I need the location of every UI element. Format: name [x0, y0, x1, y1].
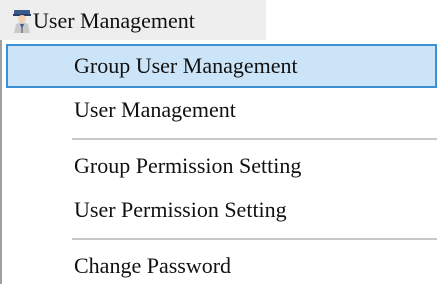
menu-item-label: Group Permission Setting	[74, 153, 302, 178]
dropdown-menu: Group User Management User Management Gr…	[0, 40, 437, 284]
user-management-menu-window: User Management Group User Management Us…	[0, 0, 437, 284]
menu-item-label: User Management	[74, 97, 236, 122]
menu-item-user-permission-setting[interactable]: User Permission Setting	[6, 188, 437, 232]
menu-item-group-user-management[interactable]: Group User Management	[6, 44, 437, 88]
menubar-item-user-management[interactable]: User Management	[0, 0, 266, 40]
menu-item-group-permission-setting[interactable]: Group Permission Setting	[6, 144, 437, 188]
user-icon	[11, 8, 33, 34]
menu-item-change-password[interactable]: Change Password	[6, 244, 437, 284]
menu-item-user-management[interactable]: User Management	[6, 88, 437, 132]
menu-item-label: Change Password	[74, 253, 232, 278]
menubar-title: User Management	[33, 8, 195, 33]
menu-separator	[72, 238, 437, 240]
menu-item-label: User Permission Setting	[74, 197, 287, 222]
menu-item-label: Group User Management	[74, 53, 298, 78]
menu-separator	[72, 138, 437, 140]
